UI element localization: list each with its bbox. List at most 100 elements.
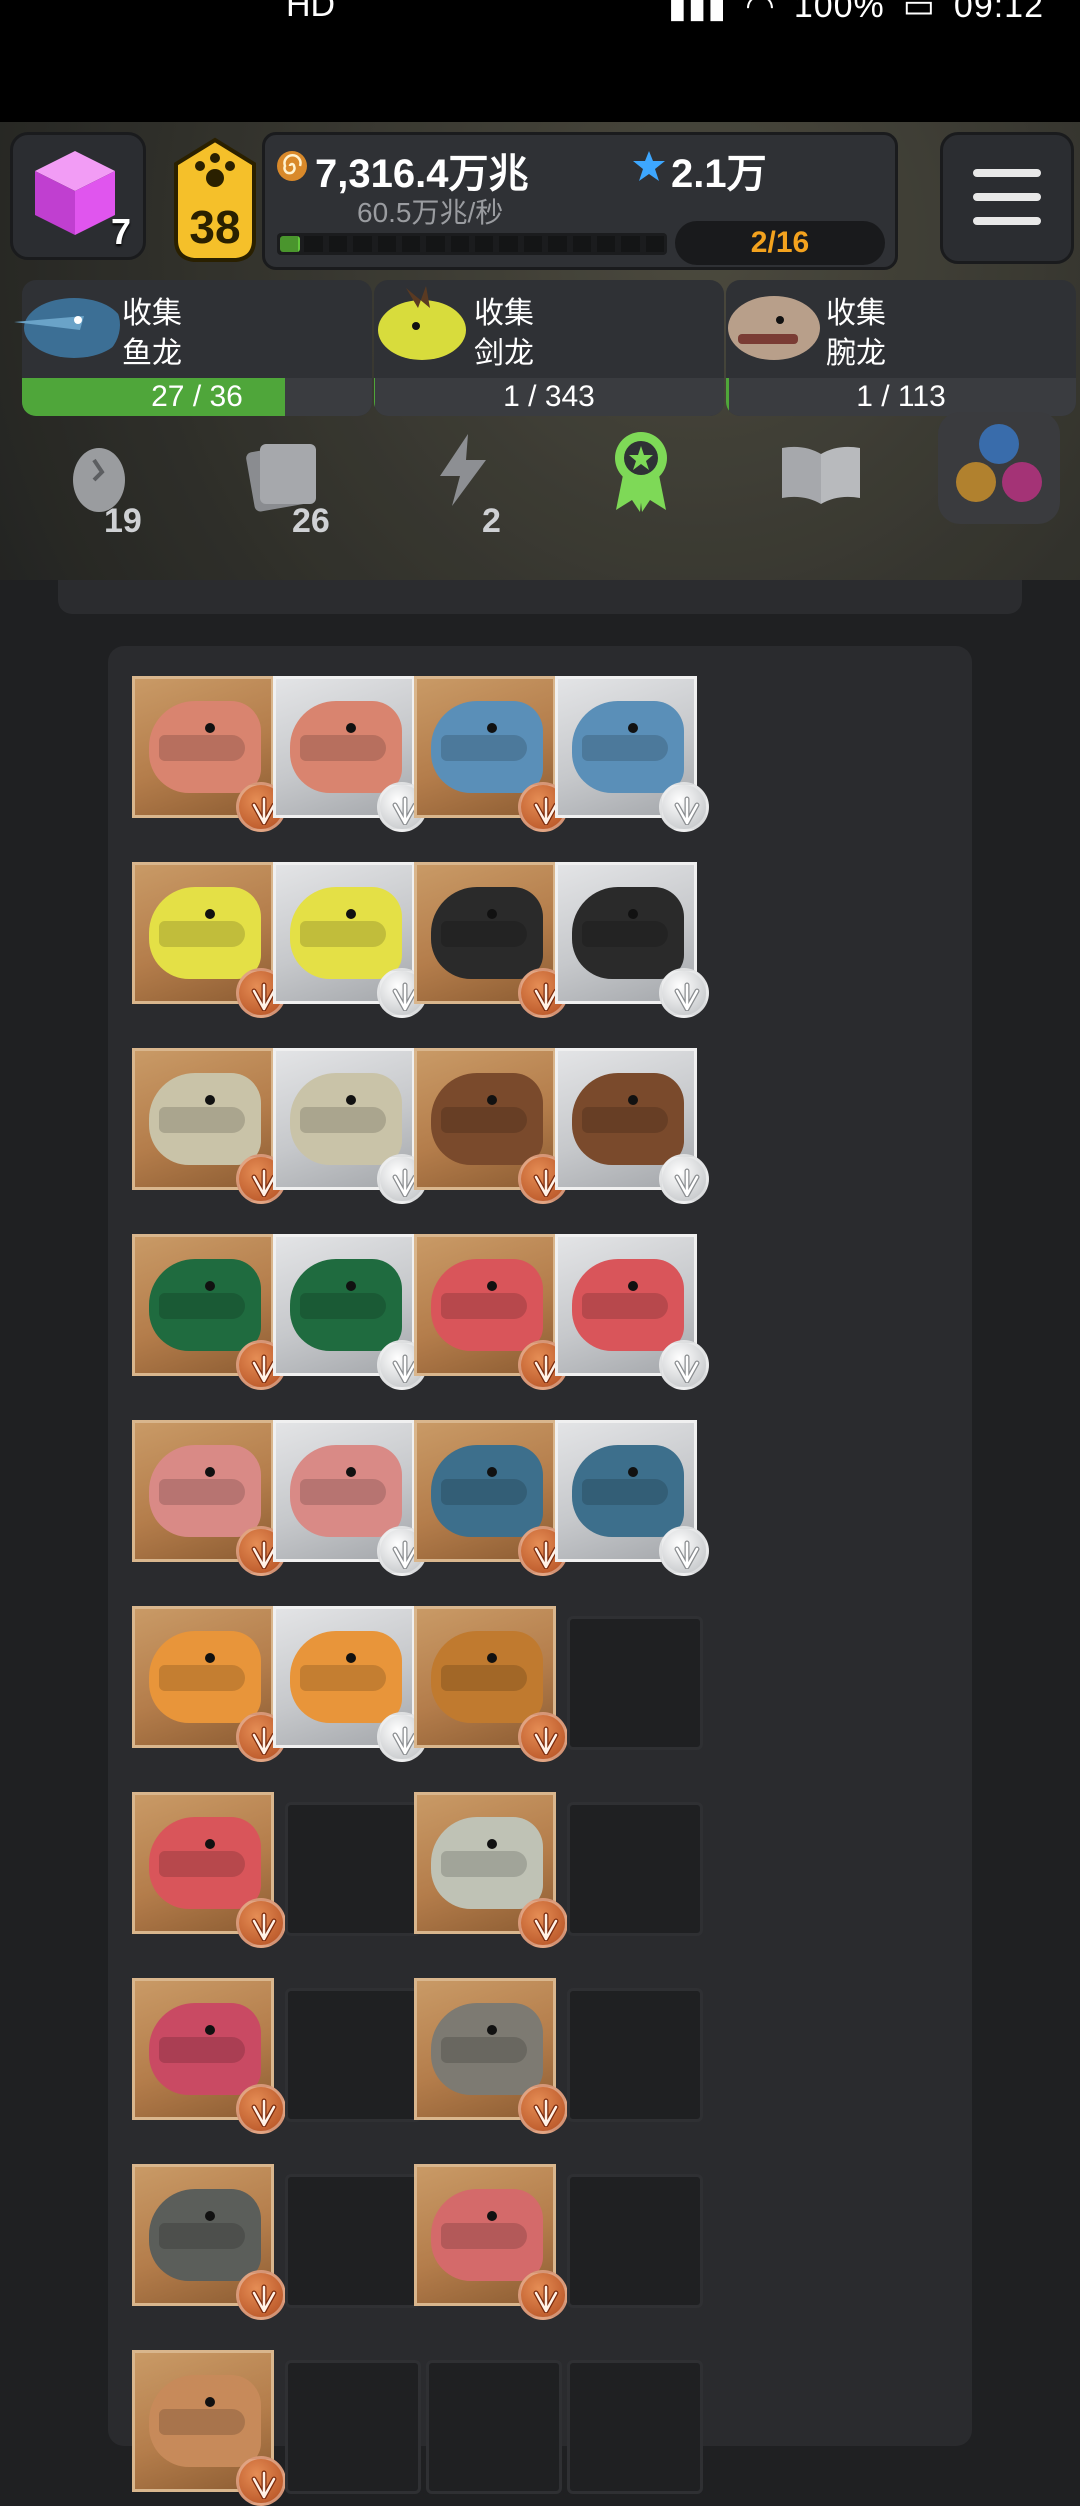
goal-avatar xyxy=(366,282,472,368)
goal-card[interactable]: 收集 腕龙 1 / 113 xyxy=(726,280,1076,416)
dino-snout xyxy=(441,921,527,948)
goal-progress-bar: 1 / 343 xyxy=(374,378,724,416)
dino-card[interactable] xyxy=(414,1420,568,1577)
goal-progress-text: 1 / 343 xyxy=(503,380,595,413)
dino-card[interactable] xyxy=(414,1234,568,1391)
dino-snout xyxy=(159,2037,245,2064)
panel-header-strip xyxy=(58,580,1022,614)
dino-card[interactable] xyxy=(132,862,286,1019)
cube-button[interactable]: 7 xyxy=(10,132,146,260)
dino-card[interactable] xyxy=(414,1978,568,2135)
book-icon xyxy=(782,446,860,504)
tab-count: 2 xyxy=(482,502,501,540)
dino-snout xyxy=(441,1479,527,1506)
dino-card[interactable] xyxy=(555,1048,709,1205)
empty-slot-frame xyxy=(426,2360,562,2495)
blue-gem-icon xyxy=(633,151,665,181)
dino-card[interactable] xyxy=(555,1234,709,1391)
dino-card[interactable] xyxy=(273,1420,427,1577)
dino-card[interactable] xyxy=(132,1234,286,1391)
dino-snout xyxy=(441,735,527,761)
status-bar: HD ▮▮▮ ◠ 100% ▭ 09:12 xyxy=(0,0,1080,122)
empty-slot-frame xyxy=(567,2360,703,2495)
dino-card[interactable] xyxy=(414,1606,568,1763)
dino-eye xyxy=(346,723,356,733)
dino-card[interactable] xyxy=(414,1792,568,1949)
empty-slot-frame xyxy=(567,1988,703,2123)
spiral-coin-icon xyxy=(277,151,307,181)
empty-slot-frame xyxy=(285,1988,421,2123)
empty-slot xyxy=(555,1606,703,1754)
empty-slot-frame xyxy=(567,1802,703,1937)
dino-card[interactable] xyxy=(132,2350,286,2506)
tab-achievements[interactable] xyxy=(592,412,732,562)
dino-snout xyxy=(159,735,245,761)
resource-panel: 7,316.4万兆 2.1万 60.5万兆/秒 2/16 xyxy=(262,132,898,270)
footprint-tier-icon xyxy=(659,1340,709,1391)
menu-button[interactable] xyxy=(940,132,1074,264)
dino-snout xyxy=(159,1665,245,1692)
dino-card[interactable] xyxy=(555,676,709,832)
stage-counter[interactable]: 2/16 xyxy=(675,221,885,265)
empty-slot xyxy=(414,2350,562,2498)
goal-title: 收集 xyxy=(474,297,534,330)
gem-value: 2.1万 xyxy=(671,152,767,196)
dino-card[interactable] xyxy=(414,2164,568,2321)
goal-card[interactable]: 收集 剑龙 1 / 343 xyxy=(374,280,724,416)
dino-card[interactable] xyxy=(132,1978,286,2135)
empty-slot-frame xyxy=(285,2360,421,2495)
tab-bar: 19 26 2 xyxy=(0,412,1080,572)
dino-snout xyxy=(441,1293,527,1320)
dino-card[interactable] xyxy=(132,1606,286,1763)
empty-slot xyxy=(555,1792,703,1940)
tab-cards[interactable]: 26 xyxy=(232,412,372,562)
goal-progress-text: 27 / 36 xyxy=(151,380,243,413)
dino-card[interactable] xyxy=(132,2164,286,2321)
dino-eye xyxy=(628,909,638,920)
status-left-text: HD xyxy=(286,0,336,24)
dino-snout xyxy=(441,2037,527,2064)
dino-card[interactable] xyxy=(273,862,427,1019)
dino-snout xyxy=(441,1851,527,1878)
tab-eggs[interactable]: 19 xyxy=(44,412,184,562)
dino-card[interactable] xyxy=(132,1420,286,1577)
dino-card[interactable] xyxy=(132,676,286,832)
dino-card[interactable] xyxy=(132,1792,286,1949)
tab-boosts[interactable]: 2 xyxy=(420,412,560,562)
player-level-badge[interactable]: 38 xyxy=(170,136,260,266)
dino-snout xyxy=(300,1293,386,1320)
dino-snout xyxy=(582,921,668,948)
dino-card[interactable] xyxy=(414,862,568,1019)
dino-snout xyxy=(300,1665,386,1692)
dino-card[interactable] xyxy=(273,1234,427,1391)
goal-title: 收集 xyxy=(122,297,182,330)
footprint-tier-icon xyxy=(659,1526,709,1577)
dino-card[interactable] xyxy=(273,1048,427,1205)
cube-count: 7 xyxy=(110,211,131,252)
dino-snout xyxy=(441,2223,527,2250)
dino-card[interactable] xyxy=(273,1606,427,1763)
empty-slot-frame xyxy=(567,1616,703,1751)
dino-card[interactable] xyxy=(273,676,427,832)
empty-slot xyxy=(555,1978,703,2126)
lightning-icon xyxy=(440,434,486,506)
dino-card[interactable] xyxy=(414,676,568,832)
dino-card[interactable] xyxy=(414,1048,568,1205)
dino-card[interactable] xyxy=(555,862,709,1019)
signal-icon: ▮▮▮ xyxy=(668,0,728,25)
tab-encyclopedia[interactable] xyxy=(768,412,908,562)
goal-card[interactable]: 收集 鱼龙 27 / 36 xyxy=(14,280,372,416)
goal-avatar xyxy=(14,282,120,368)
progress-ticks xyxy=(280,236,664,252)
game-hud: 7 38 7,316.4万兆 2.1万 60.5万兆/秒 2/16 收集 鱼龙 … xyxy=(0,122,1080,580)
empty-slot xyxy=(273,1978,421,2126)
collection-grid xyxy=(108,646,972,2506)
tab-teams[interactable] xyxy=(938,412,1080,562)
footprint-tier-icon xyxy=(659,968,709,1019)
footprint-tier-icon xyxy=(659,782,709,832)
dino-card[interactable] xyxy=(555,1420,709,1577)
empty-slot xyxy=(273,2164,421,2312)
dino-snout xyxy=(441,1665,527,1692)
teams-icon xyxy=(938,412,1060,524)
dino-card[interactable] xyxy=(132,1048,286,1205)
